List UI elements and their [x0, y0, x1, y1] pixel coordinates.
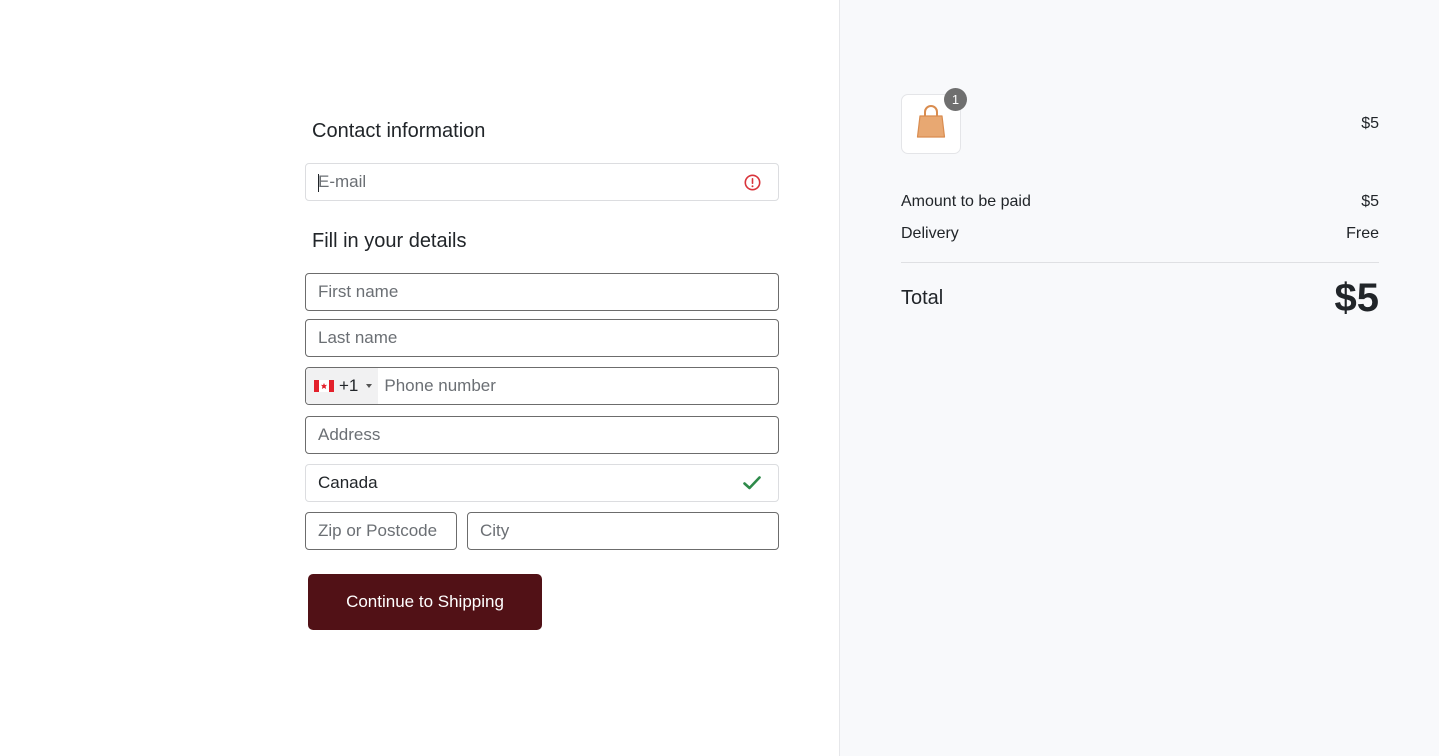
address-input[interactable] [306, 417, 778, 453]
total-value: $5 [1334, 276, 1380, 320]
zip-city-row [305, 512, 779, 550]
canada-flag-icon [314, 380, 334, 392]
shopping-bag-icon [916, 104, 946, 144]
email-input[interactable] [306, 164, 742, 200]
check-icon [740, 471, 764, 495]
summary-divider [901, 262, 1379, 263]
city-input[interactable] [468, 513, 778, 549]
text-cursor [318, 174, 319, 192]
item-price: $5 [1361, 115, 1379, 132]
total-label: Total [901, 287, 944, 309]
details-section-title: Fill in your details [312, 230, 467, 252]
last-name-input[interactable] [306, 320, 778, 356]
order-summary-panel: 1 $5 Amount to be paid $5 Delivery Free … [839, 0, 1439, 756]
summary-row-label: Amount to be paid [901, 193, 1031, 210]
dial-code: +1 [339, 376, 359, 395]
continue-to-shipping-button[interactable]: Continue to Shipping [308, 574, 542, 630]
zip-field-wrapper [305, 512, 457, 550]
checkout-page: Contact information Fill in your details [0, 0, 1439, 756]
summary-row-value: Free [1346, 225, 1379, 242]
country-select[interactable]: Canada [305, 464, 779, 502]
contact-section-title: Contact information [312, 120, 486, 142]
zip-input[interactable] [306, 513, 456, 549]
email-field-wrapper [305, 163, 779, 201]
country-code-selector[interactable]: +1 [306, 368, 379, 404]
summary-row-amount: Amount to be paid $5 [901, 193, 1379, 211]
phone-field-wrapper: +1 [305, 367, 779, 405]
total-row: Total $5 [901, 276, 1379, 321]
city-field-wrapper [467, 512, 779, 550]
address-field-wrapper [305, 416, 779, 454]
summary-row-delivery: Delivery Free [901, 225, 1379, 243]
quantity-badge: 1 [944, 88, 967, 111]
first-name-field-wrapper [305, 273, 779, 311]
last-name-field-wrapper [305, 319, 779, 357]
summary-row-value: $5 [1361, 193, 1379, 210]
error-circle-icon [742, 170, 764, 194]
summary-row-label: Delivery [901, 225, 959, 242]
phone-number-input[interactable] [378, 368, 778, 404]
first-name-input[interactable] [306, 274, 778, 310]
country-value: Canada [318, 473, 378, 492]
chevron-down-icon [366, 384, 373, 388]
checkout-form-panel: Contact information Fill in your details [0, 0, 839, 756]
